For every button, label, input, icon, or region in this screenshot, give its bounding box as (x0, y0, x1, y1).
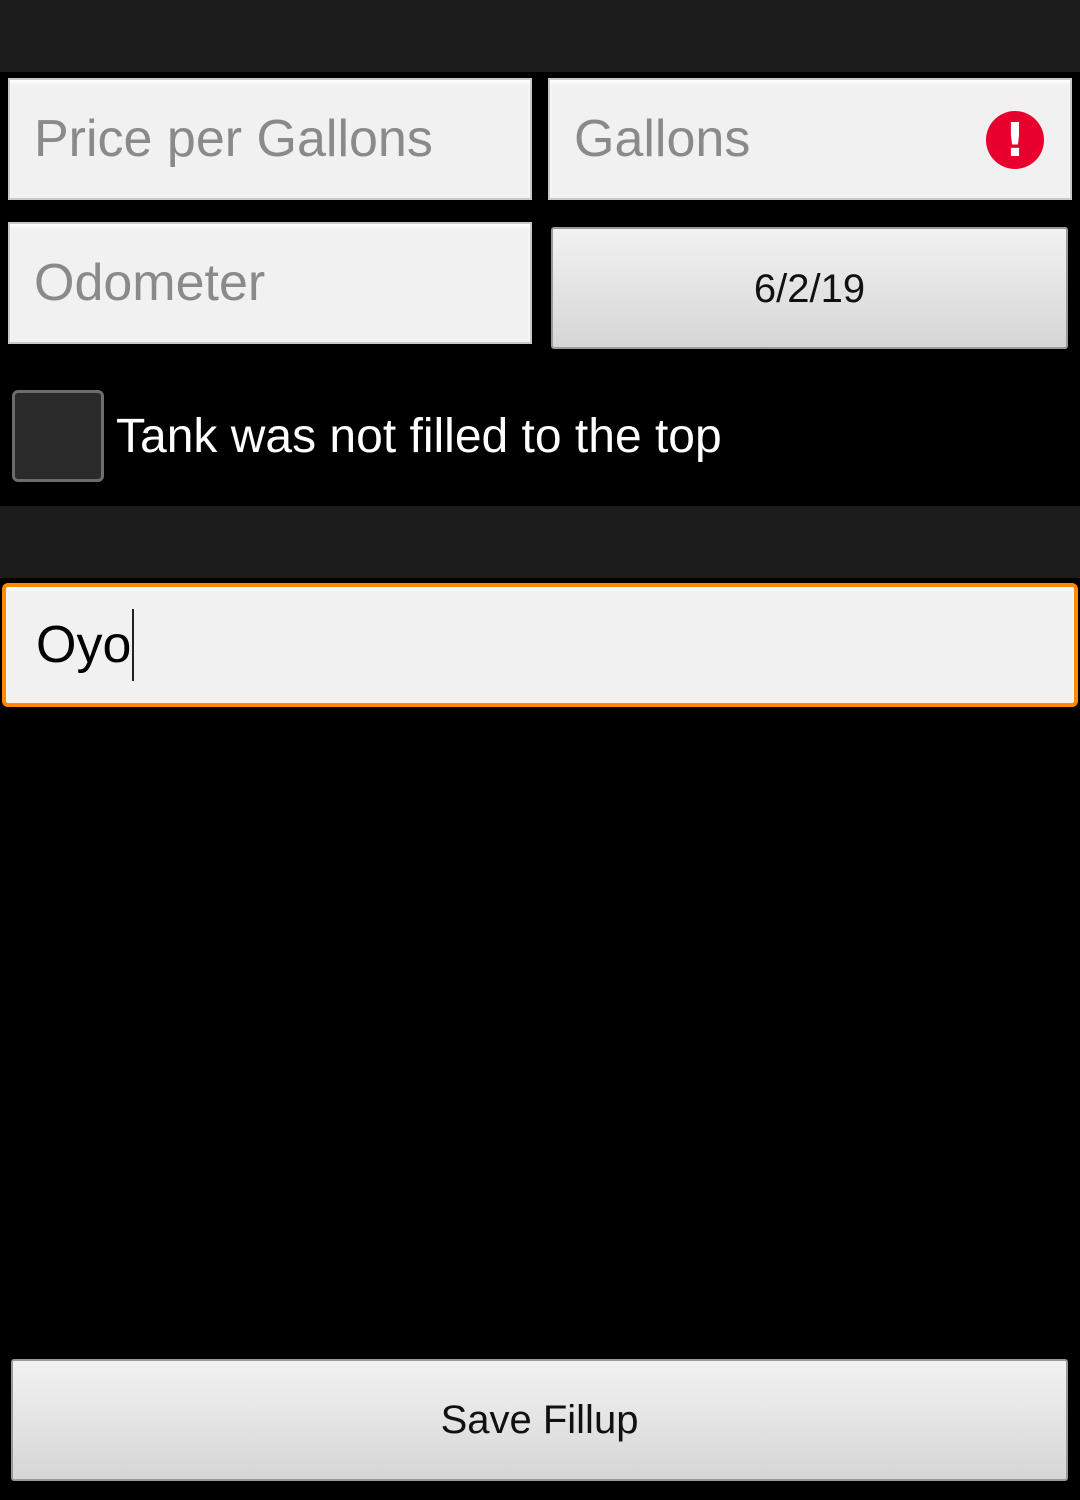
note-field[interactable]: Oyo (2, 583, 1078, 707)
odometer-input[interactable] (34, 253, 530, 313)
section-divider-bar (0, 506, 1080, 578)
tank-not-full-label: Tank was not filled to the top (116, 409, 722, 463)
date-button[interactable]: 6/2/19 (551, 227, 1068, 349)
gallons-field[interactable]: ! (548, 78, 1072, 200)
odometer-field[interactable] (8, 222, 532, 344)
save-fillup-label: Save Fillup (440, 1397, 639, 1442)
top-bar (0, 0, 1080, 72)
note-input-text: Oyo (36, 616, 132, 674)
exclamation-icon: ! (986, 111, 1044, 169)
tank-not-full-checkbox[interactable] (12, 390, 104, 482)
price-per-gallon-input[interactable] (34, 109, 530, 169)
price-per-gallon-field[interactable] (8, 78, 532, 200)
date-button-label: 6/2/19 (753, 266, 866, 311)
tank-not-full-row[interactable]: Tank was not filled to the top (12, 390, 722, 482)
text-cursor (132, 609, 135, 681)
save-fillup-button[interactable]: Save Fillup (11, 1359, 1068, 1481)
